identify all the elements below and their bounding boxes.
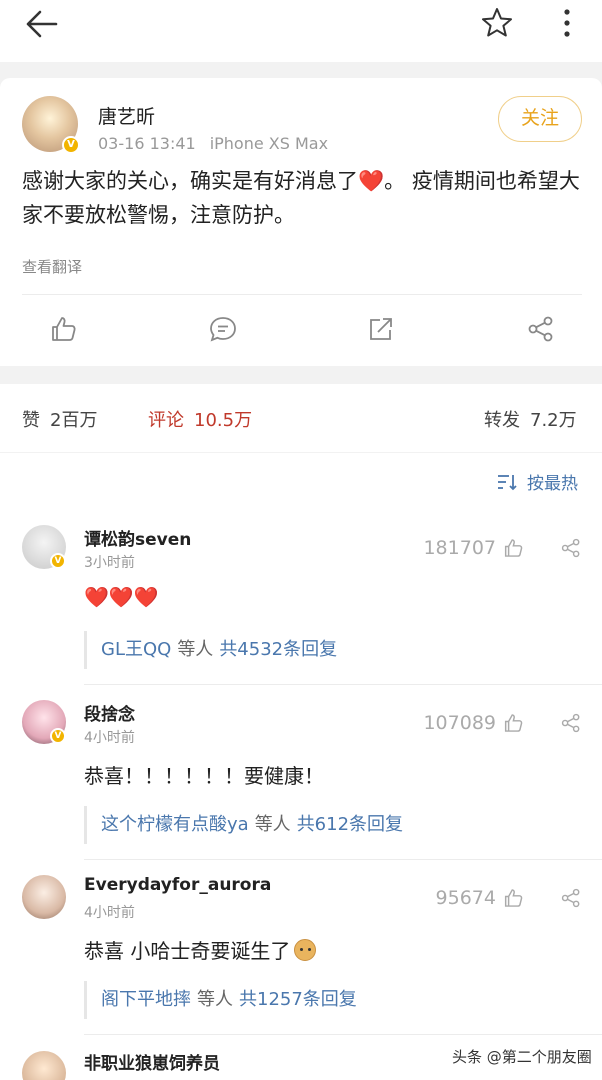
reply-mid: 等人 <box>254 814 291 835</box>
post-text: 感谢大家的关心，确实是有好消息了❤️。 疫情期间也希望大家不要放松警惕，注意防护… <box>22 164 588 232</box>
thumbs-up-icon[interactable] <box>502 712 524 734</box>
sort-label: 按最热 <box>527 474 578 494</box>
comment-like-count: 181707 <box>423 537 496 559</box>
comment-item: Everydayfor_aurora 4小时前 95674 恭喜 小哈士奇要诞生… <box>0 875 602 1050</box>
reply-user[interactable]: 阁下平地摔 <box>101 989 191 1010</box>
commenter-name[interactable]: 非职业狼崽饲养员 <box>84 1049 220 1074</box>
sort-button[interactable]: 按最热 <box>497 469 578 494</box>
thumbs-up-icon[interactable] <box>502 537 524 559</box>
back-arrow-icon[interactable] <box>22 6 62 42</box>
likes-label: 赞 <box>22 410 40 431</box>
comment-time: 4小时前 <box>84 730 135 746</box>
commenter-name[interactable]: Everydayfor_aurora <box>84 875 271 895</box>
post-meta: 03-16 13:41 iPhone XS Max <box>98 134 328 153</box>
likes-tab[interactable]: 赞 2百万 <box>22 406 97 432</box>
share-icon[interactable] <box>526 314 556 344</box>
commenter-name[interactable]: 谭松韵seven <box>84 525 191 550</box>
comments-label: 评论 <box>148 410 184 431</box>
comments-count: 10.5万 <box>194 410 253 431</box>
divider <box>84 859 602 860</box>
share-icon[interactable] <box>560 712 582 734</box>
comment-text: ❤️❤️❤️ <box>84 585 159 609</box>
divider <box>84 1034 602 1035</box>
comment-like-count: 107089 <box>423 712 496 734</box>
share-icon[interactable] <box>560 887 582 909</box>
translate-link[interactable]: 查看翻译 <box>22 256 82 277</box>
repost-icon[interactable] <box>366 314 396 344</box>
comment-item: V 谭松韵seven 3小时前 181707 ❤️❤️❤️ GL王QQ 等人 共45… <box>0 525 602 700</box>
star-icon[interactable] <box>480 6 514 38</box>
reposts-label: 转发 <box>484 410 520 431</box>
post-text-part-1: 感谢大家的关心，确实是有好消息了 <box>22 169 358 193</box>
reply-mid: 等人 <box>197 989 233 1010</box>
commenter-name[interactable]: 段捨念 <box>84 700 135 725</box>
comments-tab[interactable]: 评论 10.5万 <box>148 406 252 432</box>
divider <box>22 294 582 295</box>
post-card: V 唐艺昕 03-16 13:41 iPhone XS Max 关注 感谢大家的关… <box>0 78 602 366</box>
verified-badge-icon: V <box>50 728 66 744</box>
share-icon[interactable] <box>560 537 582 559</box>
reply-count[interactable]: 共1257条回复 <box>239 989 357 1010</box>
comment-text: 恭喜！！！！！！要健康！ <box>84 764 324 788</box>
reposts-tab[interactable]: 转发 7.2万 <box>484 406 577 432</box>
watermark: 头条 @第二个朋友圈 <box>448 1044 596 1069</box>
comment-time: 3小时前 <box>84 555 135 571</box>
reply-count[interactable]: 共4532条回复 <box>219 639 337 660</box>
thumbs-up-icon[interactable] <box>48 314 78 344</box>
thumbs-up-icon[interactable] <box>502 887 524 909</box>
comment-item: V 段捨念 4小时前 107089 恭喜！！！！！！要健康！ 这个柠檬有点酸ya… <box>0 700 602 875</box>
doge-emoji-icon <box>294 939 317 961</box>
comment-text-body: 恭喜 小哈士奇要诞生了 <box>84 939 291 963</box>
comments-list: 按最热 V 谭松韵seven 3小时前 181707 ❤️❤️❤️ GL王QQ 等… <box>0 453 602 1080</box>
commenter-avatar[interactable] <box>22 1051 66 1080</box>
author-name[interactable]: 唐艺昕 <box>98 102 155 129</box>
reply-mid: 等人 <box>177 639 214 660</box>
stats-bar: 赞 2百万 评论 10.5万 转发 7.2万 <box>0 384 602 452</box>
reply-count[interactable]: 共612条回复 <box>297 814 403 835</box>
post-time: 03-16 13:41 <box>98 134 196 153</box>
more-vertical-icon[interactable] <box>556 6 578 40</box>
follow-button[interactable]: 关注 <box>498 96 582 142</box>
comment-text: 恭喜 小哈士奇要诞生了 <box>84 935 317 964</box>
reposts-count: 7.2万 <box>530 410 577 431</box>
verified-badge-icon: V <box>62 136 80 154</box>
reply-user[interactable]: 这个柠檬有点酸ya <box>101 814 249 835</box>
comment-time: 4小时前 <box>84 905 135 921</box>
divider <box>84 684 602 685</box>
reply-user[interactable]: GL王QQ <box>101 639 171 660</box>
post-device: iPhone XS Max <box>209 134 329 153</box>
reply-summary[interactable]: GL王QQ 等人 共4532条回复 <box>84 631 584 669</box>
verified-badge-icon: V <box>50 553 66 569</box>
top-bar <box>0 0 602 62</box>
comment-icon[interactable] <box>208 314 238 344</box>
heart-emoji: ❤️ <box>358 169 385 193</box>
reply-summary[interactable]: 阁下平地摔 等人 共1257条回复 <box>84 981 584 1019</box>
likes-count: 2百万 <box>50 410 98 431</box>
comment-like-count: 95674 <box>435 887 496 909</box>
reply-summary[interactable]: 这个柠檬有点酸ya 等人 共612条回复 <box>84 806 584 844</box>
commenter-avatar[interactable] <box>22 875 66 919</box>
sort-icon <box>498 475 517 491</box>
